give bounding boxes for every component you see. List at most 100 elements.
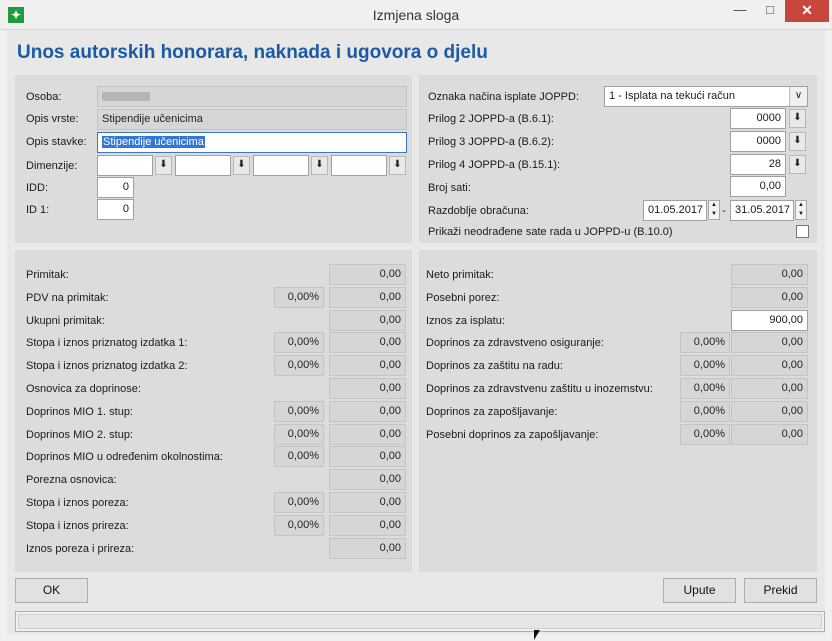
razdoblje-label: Razdoblje obračuna: (428, 205, 529, 217)
row-label: Iznos za isplatu: (426, 314, 505, 327)
oznaka-select[interactable]: 1 - Isplata na tekući račun (604, 86, 808, 107)
amount-field[interactable]: 0,00 (731, 332, 808, 354)
dimenzija-4-picker-icon[interactable]: ⬇ (389, 156, 406, 175)
amount-field[interactable]: 0,00 (329, 423, 406, 445)
dimenzija-1-input[interactable] (97, 155, 153, 176)
row-label: PDV na primitak: (26, 291, 109, 304)
id1-input[interactable]: 0 (97, 199, 134, 220)
row-label: Doprinos MIO u određenim okolnostima: (26, 451, 223, 464)
row-label: Porezna osnovica: (26, 474, 117, 487)
amount-field[interactable]: 900,00 (731, 309, 808, 331)
prilog3-input[interactable]: 0000 (730, 131, 786, 152)
dimenzija-4-input[interactable] (331, 155, 387, 176)
amount-field[interactable]: 0,00 (329, 514, 406, 536)
chevron-down-icon[interactable]: ∨ (789, 87, 807, 106)
rate-field[interactable]: 0,00% (274, 514, 324, 536)
osoba-label: Osoba: (26, 91, 62, 103)
row-label: Posebni porez: (426, 291, 500, 304)
row-label: Doprinos za zdravstveno osiguranje: (426, 337, 604, 350)
minimize-button[interactable]: — (725, 0, 755, 22)
rate-field[interactable]: 0,00% (274, 446, 324, 468)
opis-vrste-field[interactable]: Stipendije učenicima (97, 109, 407, 130)
rate-field[interactable]: 0,00% (274, 400, 324, 422)
razdoblje-od-spinner[interactable]: ▲ ▼ (708, 200, 720, 220)
row-label: Iznos poreza i prireza: (26, 542, 135, 555)
idd-label: IDD: (26, 182, 48, 194)
mouse-cursor-icon (534, 630, 540, 640)
dimenzije-label: Dimenzije: (26, 160, 78, 172)
prilog2-label: Prilog 2 JOPPD-a (B.6.1): (428, 113, 554, 125)
opis-stavke-label: Opis stavke: (26, 136, 87, 148)
dimenzija-1-picker-icon[interactable]: ⬇ (155, 156, 172, 175)
oznaka-label: Oznaka načina isplate JOPPD: (428, 91, 580, 103)
amount-field[interactable]: 0,00 (329, 400, 406, 422)
rate-field[interactable]: 0,00% (680, 332, 730, 354)
opis-stavke-input[interactable]: Stipendije učenicima (97, 132, 407, 153)
amount-field[interactable]: 0,00 (731, 423, 808, 445)
amount-field[interactable]: 0,00 (329, 446, 406, 468)
rate-field[interactable]: 0,00% (274, 355, 324, 377)
amount-field[interactable]: 0,00 (329, 492, 406, 513)
window-title: Izmjena sloga (372, 7, 460, 23)
prilog2-input[interactable]: 0000 (730, 108, 786, 129)
amount-field[interactable]: 0,00 (731, 355, 808, 377)
prilog4-input[interactable]: 28 (730, 154, 786, 175)
ok-button[interactable]: OK (15, 578, 88, 603)
rate-field[interactable]: 0,00% (680, 400, 730, 422)
amount-field[interactable]: 0,00 (731, 378, 808, 399)
prekid-button[interactable]: Prekid (744, 578, 817, 603)
maximize-button[interactable]: □ (755, 0, 785, 22)
page-title: Unos autorskih honorara, naknada i ugovo… (17, 42, 488, 63)
amount-field[interactable]: 0,00 (731, 264, 808, 285)
amount-field[interactable]: 0,00 (329, 332, 406, 354)
rate-field[interactable]: 0,00% (680, 378, 730, 399)
amount-field[interactable]: 0,00 (329, 378, 406, 399)
row-label: Stopa i iznos prireza: (26, 519, 129, 532)
id1-label: ID 1: (26, 204, 50, 216)
razdoblje-od-input[interactable]: 01.05.2017 (643, 200, 707, 221)
amount-field[interactable]: 0,00 (329, 309, 406, 331)
row-label: Doprinos MIO 2. stup: (26, 428, 133, 441)
dimenzija-3-picker-icon[interactable]: ⬇ (311, 156, 328, 175)
rate-field[interactable]: 0,00% (680, 423, 730, 445)
upute-button[interactable]: Upute (663, 578, 736, 603)
dimenzija-2-input[interactable] (175, 155, 231, 176)
row-label: Stopa i iznos priznatog izdatka 1: (26, 337, 188, 350)
blurred-name (102, 92, 150, 101)
prikazi-checkbox[interactable] (796, 225, 809, 238)
osoba-field[interactable] (97, 86, 407, 107)
rate-field[interactable]: 0,00% (274, 286, 324, 308)
row-label: Stopa i iznos priznatog izdatka 2: (26, 360, 188, 373)
row-label: Doprinos za zdravstvenu zaštitu u inozem… (426, 383, 653, 395)
prilog3-picker-icon[interactable]: ⬇ (789, 132, 806, 151)
rate-field[interactable]: 0,00% (274, 332, 324, 354)
row-label: Osnovica za doprinose: (26, 383, 141, 395)
razdoblje-separator: - (722, 205, 726, 217)
row-label: Doprinos za zapošljavanje: (426, 405, 558, 418)
amount-field[interactable]: 0,00 (329, 264, 406, 285)
prilog4-label: Prilog 4 JOPPD-a (B.15.1): (428, 159, 561, 171)
rate-field[interactable]: 0,00% (274, 423, 324, 445)
amount-field[interactable]: 0,00 (329, 286, 406, 308)
razdoblje-do-spinner[interactable]: ▲ ▼ (795, 200, 807, 220)
amount-field[interactable]: 0,00 (329, 469, 406, 491)
rate-field[interactable]: 0,00% (680, 355, 730, 377)
prilog4-picker-icon[interactable]: ⬇ (789, 155, 806, 174)
prilog3-label: Prilog 3 JOPPD-a (B.6.2): (428, 136, 554, 148)
amount-field[interactable]: 0,00 (329, 355, 406, 377)
opis-vrste-label: Opis vrste: (26, 113, 79, 125)
dimenzija-3-input[interactable] (253, 155, 309, 176)
amount-field[interactable]: 0,00 (329, 537, 406, 559)
broj-sati-label: Broj sati: (428, 182, 471, 194)
amount-field[interactable]: 0,00 (731, 286, 808, 308)
prilog2-picker-icon[interactable]: ⬇ (789, 109, 806, 128)
row-label: Neto primitak: (426, 269, 494, 281)
rate-field[interactable]: 0,00% (274, 492, 324, 513)
broj-sati-input[interactable]: 0,00 (730, 176, 786, 197)
idd-input[interactable]: 0 (97, 177, 134, 198)
amount-field[interactable]: 0,00 (731, 400, 808, 422)
razdoblje-do-input[interactable]: 31.05.2017 (730, 200, 794, 221)
oznaka-selected: 1 - Isplata na tekući račun (609, 90, 735, 102)
close-button[interactable]: ✕ (785, 0, 829, 22)
dimenzija-2-picker-icon[interactable]: ⬇ (233, 156, 250, 175)
